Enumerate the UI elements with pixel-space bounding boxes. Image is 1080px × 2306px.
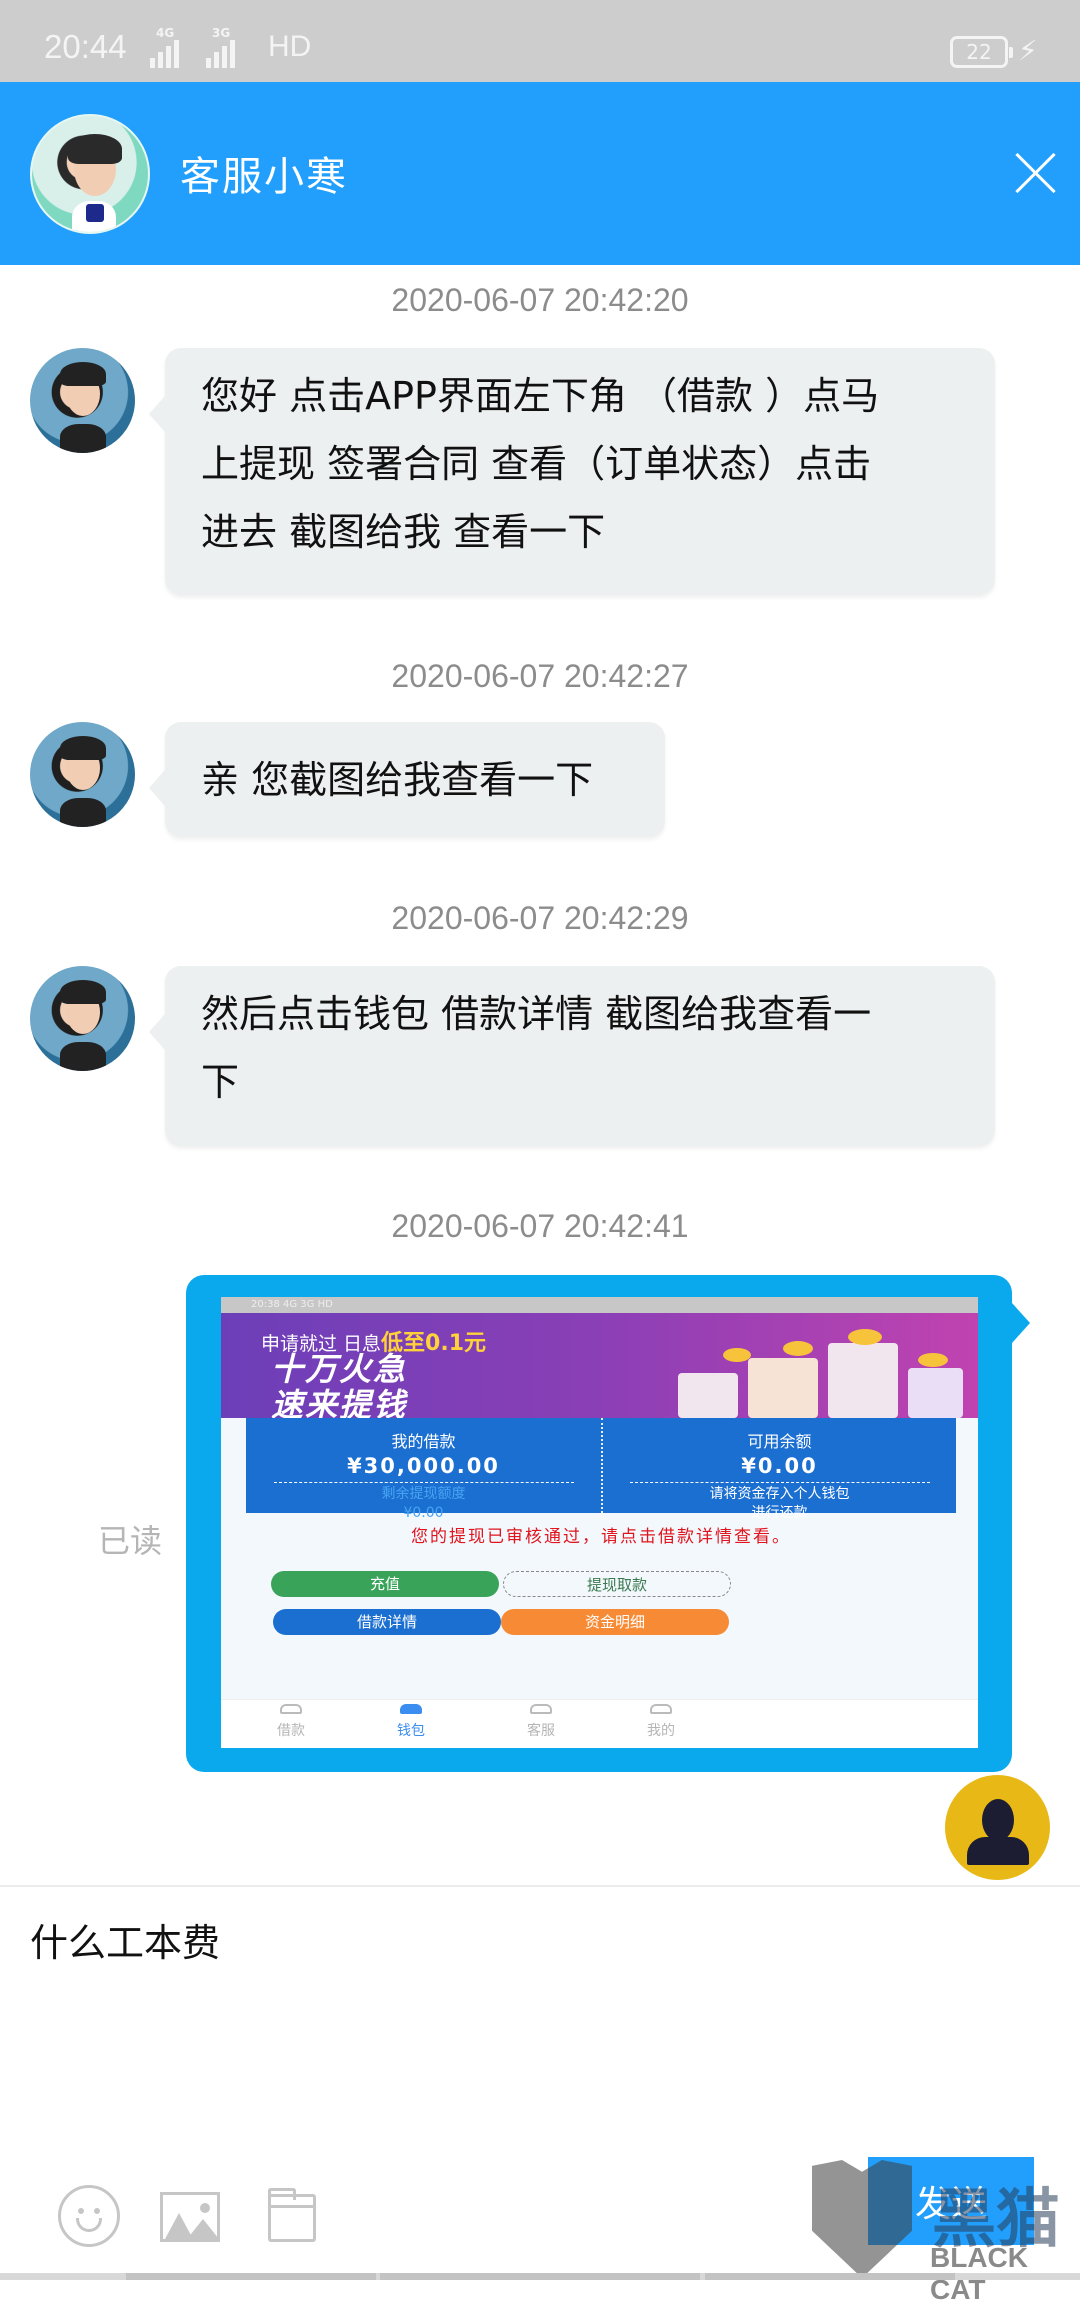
nav-item-me: 我的 [631,1704,691,1740]
status-time: 20:44 [44,28,127,65]
message-timestamp: 2020-06-07 20:42:41 [391,1208,689,1244]
recharge-button: 充值 [271,1571,499,1597]
loan-amount: ¥30,000.00 [347,1454,500,1478]
agent-avatar [30,722,135,827]
message-input[interactable]: 什么工本费 [30,1912,1050,2112]
send-button[interactable]: 发送 [868,2157,1034,2245]
agent-avatar [30,966,135,1071]
wallet-icon [400,1704,422,1714]
read-status: 已读 [98,1522,163,1560]
agent-avatar [30,348,135,453]
signal-4g-icon: 4G [150,26,179,72]
balance-label: 可用余额 [747,1432,812,1451]
banner-illustration [668,1329,968,1418]
status-bar: 20:44 4G 3G HD 22 ⚡ [0,0,1080,82]
message-timestamp: 2020-06-07 20:42:27 [391,658,689,694]
loan-label: 我的借款 [391,1432,456,1451]
network-3g-label: 3G [212,26,231,40]
agent-message-bubble: 然后点击钱包 借款详情 截图给我查看一 下 [149,966,995,1146]
message-line: 下 [201,1060,240,1104]
nav-item-loan: 借款 [261,1704,321,1740]
hd-indicator: HD [268,30,312,63]
nav-label: 客服 [527,1723,555,1739]
network-4g-label: 4G [156,26,175,40]
screenshot-bottom-nav: 借款 钱包 客服 我的 [221,1699,978,1748]
chat-title: 客服小寒 [180,154,348,200]
message-line: 亲 您截图给我查看一下 [201,758,594,802]
service-icon [530,1704,552,1714]
fund-details-button: 资金明细 [501,1609,729,1635]
message-timestamp: 2020-06-07 20:42:20 [391,282,689,318]
balance-amount: ¥0.00 [741,1454,818,1478]
nav-item-wallet: 钱包 [381,1704,441,1740]
remaining-label: 剩余提现额度 [381,1486,466,1502]
agent-header-avatar [30,114,150,234]
balance-panel: 可用余额 ¥0.00 请将资金存入个人钱包 进行还款 [601,1418,956,1521]
nav-label: 钱包 [397,1723,425,1739]
nav-label: 我的 [647,1723,675,1739]
message-line: 上提现 签署合同 查看（订单状态）点击 [201,442,872,486]
charging-icon: ⚡ [1018,34,1038,67]
signal-3g-icon: 3G [206,26,235,72]
balance-note: 请将资金存入个人钱包 [709,1486,850,1502]
close-icon[interactable] [1012,150,1058,196]
withdraw-button: 提现取款 [503,1571,731,1597]
banner-headline-line: 十万火急 [271,1350,408,1388]
nav-label: 借款 [277,1723,305,1739]
emoji-icon[interactable] [58,2185,120,2247]
chat-header: 客服小寒 [0,82,1080,265]
composer-divider [0,1885,1080,1887]
banner-headline: 十万火急 速来提钱 [271,1351,407,1423]
message-line: 您好 点击APP界面左下角 （借款 ）点马 [201,374,880,418]
battery-icon: 22 [950,36,1013,68]
withdraw-notice: 您的提现已审核通过，请点击借款详情查看。 [411,1527,791,1547]
loan-icon [280,1704,302,1714]
folder-icon[interactable] [268,2188,316,2242]
promo-banner: 申请就过 日息低至0.1元 十万火急 速来提钱 [221,1313,978,1423]
remaining-amount: ¥0.00 [403,1505,444,1521]
loan-summary-card: 我的借款 ¥30,000.00 剩余提现额度 ¥0.00 可用余额 ¥0.00 … [246,1418,956,1521]
balance-note: 进行还款 [751,1505,808,1521]
nav-item-service: 客服 [511,1704,571,1740]
message-timestamp: 2020-06-07 20:42:29 [391,900,689,936]
agent-message-bubble: 亲 您截图给我查看一下 [149,722,665,837]
my-loan-panel: 我的借款 ¥30,000.00 剩余提现额度 ¥0.00 [246,1418,601,1521]
agent-message-bubble: 您好 点击APP界面左下角 （借款 ）点马 上提现 签署合同 查看（订单状态）点… [149,348,995,595]
message-line: 然后点击钱包 借款详情 截图给我查看一 [201,992,872,1036]
user-avatar [945,1775,1050,1880]
me-icon [650,1704,672,1714]
image-icon[interactable] [160,2192,220,2242]
screenshot-status-bar: 20:38 4G 3G HD [221,1297,978,1313]
user-image-message[interactable]: 20:38 4G 3G HD 申请就过 日息低至0.1元 十万火急 速来提钱 我… [186,1275,1030,1772]
system-gesture-bar [0,2273,1080,2280]
loan-details-button: 借款详情 [273,1609,501,1635]
message-line: 进去 截图给我 查看一下 [201,510,606,554]
shared-screenshot[interactable]: 20:38 4G 3G HD 申请就过 日息低至0.1元 十万火急 速来提钱 我… [221,1297,978,1748]
